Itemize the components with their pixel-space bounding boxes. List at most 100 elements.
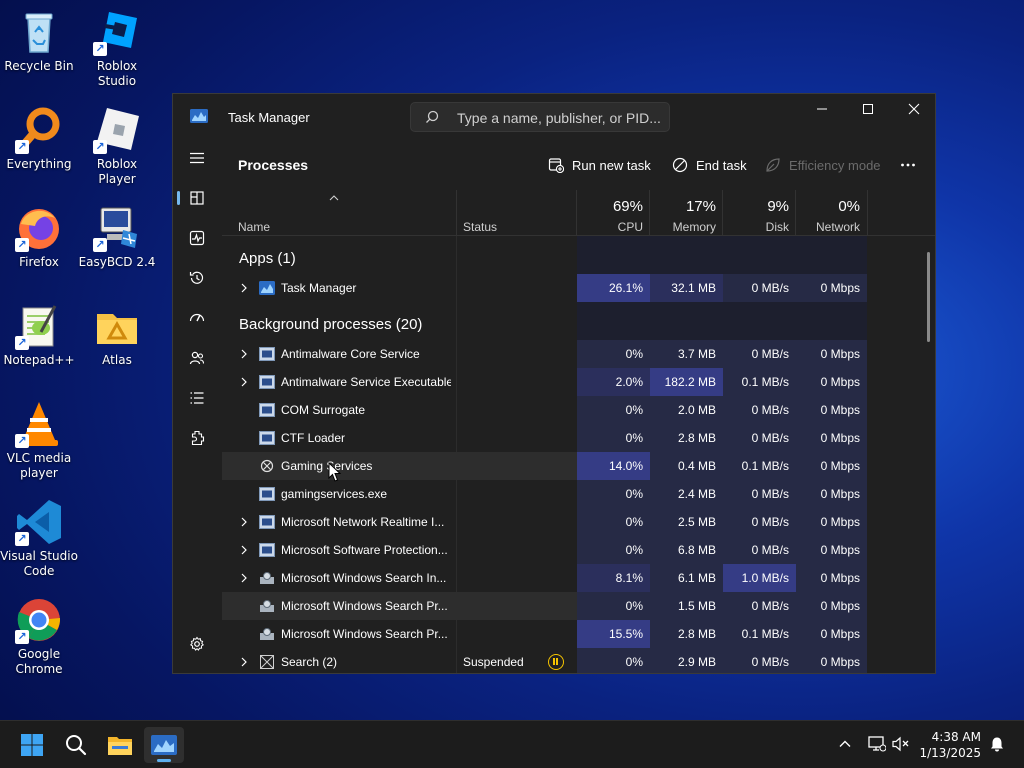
maximize-button[interactable] [845, 94, 891, 124]
clock-date: 1/13/2025 [919, 746, 981, 760]
table-row[interactable]: COM Surrogate 0% 2.0 MB 0 MB/s 0 Mbps [222, 396, 867, 424]
table-row[interactable]: Microsoft Software Protection... 0% 6.8 … [222, 536, 867, 564]
desktop-icon-everything[interactable]: ↗ Everything [0, 106, 78, 172]
end-task-button[interactable]: End task [672, 149, 747, 181]
search-indexer-icon [260, 628, 274, 640]
settings-icon [190, 636, 204, 651]
desktop-icon-roblox-player[interactable]: ↗ Roblox Player [78, 106, 156, 187]
nav-app-history[interactable] [181, 262, 213, 294]
table-row[interactable]: Search (2) Suspended 0% 2.9 MB 0 MB/s 0 … [222, 648, 867, 673]
nav-processes[interactable] [177, 182, 213, 214]
memory-cell: 2.5 MB [650, 508, 723, 536]
memory-cell: 2.8 MB [650, 424, 723, 452]
chevron-right-icon[interactable] [239, 376, 249, 388]
column-header-status[interactable]: Status [463, 220, 497, 234]
table-row[interactable]: Antimalware Core Service 0% 3.7 MB 0 MB/… [222, 340, 867, 368]
desktop-icon-notepad-plus-plus[interactable]: ↗ Notepad++ [0, 302, 78, 368]
chrome-icon: ↗ [15, 596, 63, 644]
start-button[interactable] [12, 727, 52, 763]
app-history-icon [189, 271, 204, 284]
nav-settings[interactable] [181, 628, 213, 660]
table-row[interactable]: Microsoft Windows Search Pr... 15.5% 2.8… [222, 620, 867, 648]
notification-center-button[interactable] [986, 733, 1008, 755]
shortcut-arrow-icon: ↗ [93, 140, 107, 154]
table-row[interactable]: Task Manager 26.1% 32.1 MB 0 MB/s 0 Mbps [222, 274, 867, 302]
scrollbar-thumb[interactable] [927, 252, 930, 342]
chevron-right-icon[interactable] [239, 516, 249, 528]
show-hidden-icons-button[interactable] [834, 733, 856, 755]
title-bar[interactable]: Task Manager Type a name, publisher, or … [173, 94, 935, 138]
chevron-right-icon[interactable] [239, 572, 249, 584]
atlas-folder-icon [93, 302, 141, 350]
desktop-icon-label: Roblox Studio [96, 59, 138, 88]
cpu-cell: 0% [577, 592, 650, 620]
desktop-icon-label: Visual Studio Code [0, 549, 78, 578]
chevron-right-icon[interactable] [239, 282, 249, 294]
taskbar-search-button[interactable] [56, 727, 96, 763]
chevron-right-icon[interactable] [239, 348, 249, 360]
table-row[interactable]: Microsoft Network Realtime I... 0% 2.5 M… [222, 508, 867, 536]
vlc-icon: ↗ [15, 400, 63, 448]
table-row[interactable]: Antimalware Service Executable 2.0% 182.… [222, 368, 867, 396]
search-placeholder: Type a name, publisher, or PID... [457, 110, 661, 126]
desktop-icon-label: VLC media player [6, 451, 72, 480]
more-options-button[interactable] [900, 149, 916, 181]
column-header-cpu[interactable]: CPU [577, 220, 643, 234]
nav-startup-apps[interactable] [181, 302, 213, 334]
table-row[interactable]: CTF Loader 0% 2.8 MB 0 MB/s 0 Mbps [222, 424, 867, 452]
memory-cell: 182.2 MB [650, 368, 723, 396]
desktop-icon-easybcd[interactable]: ↗ EasyBCD 2.4 [78, 204, 156, 270]
desktop-icon-roblox-studio[interactable]: ↗ Roblox Studio [78, 8, 156, 89]
vscode-icon: ↗ [15, 498, 63, 546]
firefox-icon: ↗ [15, 204, 63, 252]
close-button[interactable] [891, 94, 935, 124]
nav-services[interactable] [181, 422, 213, 454]
network-status-button[interactable] [866, 733, 888, 755]
chevron-right-icon[interactable] [239, 656, 249, 668]
desktop-icon-vlc[interactable]: ↗ VLC media player [0, 400, 78, 481]
search-input[interactable]: Type a name, publisher, or PID... [410, 102, 670, 132]
column-header-name[interactable]: Name [238, 220, 270, 234]
process-window-icon [259, 403, 275, 417]
process-window-icon [259, 543, 275, 557]
file-explorer-button[interactable] [100, 727, 140, 763]
close-icon [908, 103, 920, 115]
group-header-apps: Apps (1) [239, 250, 296, 267]
nav-performance[interactable] [181, 222, 213, 254]
system-clock[interactable]: 4:38 AM 1/13/2025 [919, 729, 981, 761]
desktop-icon-chrome[interactable]: ↗ Google Chrome [0, 596, 78, 677]
process-name: Search (2) [281, 655, 338, 669]
minimize-button[interactable] [799, 94, 845, 124]
desktop-icon-label: Notepad++ [3, 353, 75, 367]
table-row[interactable]: Microsoft Windows Search In... 8.1% 6.1 … [222, 564, 867, 592]
task-manager-window[interactable]: Task Manager Type a name, publisher, or … [172, 93, 936, 674]
bell-icon [991, 737, 1003, 752]
run-new-task-button[interactable]: Run new task [548, 149, 651, 181]
volume-button[interactable] [890, 733, 912, 755]
column-header-network[interactable]: Network [796, 220, 860, 234]
column-header-disk[interactable]: Disk [723, 220, 789, 234]
nav-details[interactable] [181, 382, 213, 414]
desktop-icon-vscode[interactable]: ↗ Visual Studio Code [0, 498, 78, 579]
hamburger-menu-button[interactable] [181, 142, 213, 174]
column-header-memory[interactable]: Memory [650, 220, 716, 234]
network-total: 0% [838, 198, 860, 215]
desktop-icon-atlas[interactable]: Atlas [78, 302, 156, 368]
network-cell: 0 Mbps [796, 368, 867, 396]
nav-users[interactable] [181, 342, 213, 374]
memory-cell: 1.5 MB [650, 592, 723, 620]
memory-cell: 2.9 MB [650, 648, 723, 673]
table-row[interactable]: gamingservices.exe 0% 2.4 MB 0 MB/s 0 Mb… [222, 480, 867, 508]
cpu-total: 69% [612, 198, 643, 215]
desktop-icon-firefox[interactable]: ↗ Firefox [0, 204, 78, 270]
task-manager-taskbar-button[interactable] [144, 727, 184, 763]
shortcut-arrow-icon: ↗ [15, 140, 29, 154]
mouse-cursor-icon [328, 462, 342, 482]
desktop-icon-recycle-bin[interactable]: Recycle Bin [0, 8, 78, 74]
table-row[interactable]: Gaming Services 14.0% 0.4 MB 0.1 MB/s 0 … [222, 452, 867, 480]
status-text: Suspended [463, 655, 524, 669]
efficiency-mode-button[interactable]: Efficiency mode [765, 149, 881, 181]
maximize-icon [863, 104, 873, 114]
chevron-right-icon[interactable] [239, 544, 249, 556]
table-row[interactable]: Microsoft Windows Search Pr... 0% 1.5 MB… [222, 592, 867, 620]
